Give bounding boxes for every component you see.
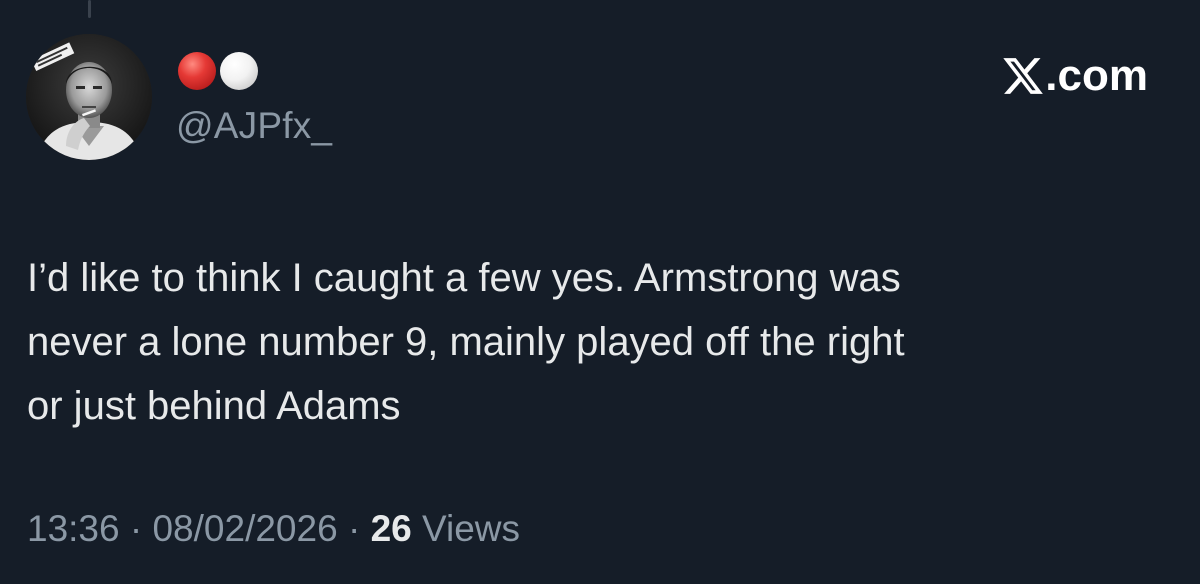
display-name[interactable] (178, 50, 258, 92)
tweet-date[interactable]: 08/02/2026 (152, 508, 337, 549)
meta-separator: · (347, 508, 361, 549)
avatar-photo (26, 34, 152, 160)
brand-label: .com (1045, 51, 1148, 100)
views-count: 26 (370, 508, 412, 549)
tweet-text: I’d like to think I caught a few yes. Ar… (27, 256, 905, 428)
tweet-time[interactable]: 13:36 (27, 508, 120, 549)
white-circle-emoji-icon (220, 52, 258, 90)
x-com-brand: .com (1001, 52, 1148, 100)
tweet-metadata: 13:36 · 08/02/2026 · 26 Views (27, 506, 520, 552)
avatar[interactable] (26, 34, 152, 160)
red-circle-emoji-icon (178, 52, 216, 90)
meta-separator: · (129, 508, 143, 549)
user-handle[interactable]: @AJPfx_ (176, 104, 332, 148)
views-label: Views (422, 508, 521, 549)
x-logo-icon (1003, 58, 1044, 94)
thread-connector-line (88, 0, 91, 18)
